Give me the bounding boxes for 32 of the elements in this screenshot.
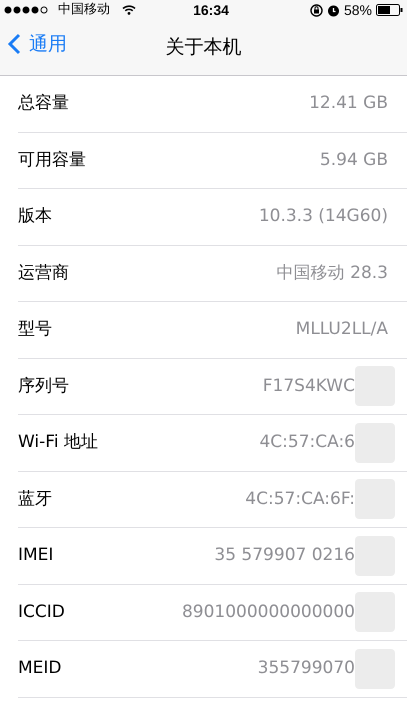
- rotation-lock-icon: [310, 4, 323, 16]
- row-label: 序列号: [18, 374, 69, 398]
- row-value: 5.94 GB: [320, 148, 388, 172]
- row-label: 版本: [18, 205, 52, 228]
- row-value: 35 579907 0216: [214, 544, 355, 567]
- row-label: 可用容量: [18, 148, 86, 172]
- row-label: ICCID: [18, 600, 65, 624]
- carrier-label: 中国移动: [58, 1, 110, 20]
- row-value: 8901000000000000: [182, 600, 355, 624]
- battery-icon: [376, 4, 403, 16]
- row-label: 总容量: [18, 92, 69, 115]
- row-label: IMEI: [18, 544, 54, 567]
- chevron-left-icon: [8, 33, 21, 56]
- row-label: 型号: [18, 318, 52, 341]
- row-value: 10.3.3 (14G60): [258, 205, 388, 228]
- wifi-icon: [122, 5, 136, 15]
- back-button[interactable]: 通用: [8, 30, 67, 58]
- page-title: 关于本机: [166, 35, 242, 60]
- row-label: 蓝牙: [18, 488, 52, 510]
- battery-percent: 58%: [344, 0, 372, 20]
- row-value: 中国移动 28.3: [276, 262, 388, 284]
- row-value: 355799070: [258, 657, 355, 680]
- status-time: 16:34: [193, 0, 229, 20]
- row-label: Wi-Fi 地址: [18, 431, 98, 454]
- row-value: 12.41 GB: [309, 92, 388, 115]
- row-label: MEID: [18, 657, 62, 680]
- row-value: F17S4KWC: [262, 374, 355, 398]
- row-value: 4C:57:CA:6F:: [245, 488, 355, 510]
- row-value: MLLU2LL/A: [296, 318, 388, 341]
- row-label: 运营商: [18, 262, 69, 284]
- alarm-icon: [326, 4, 340, 16]
- row-value: 4C:57:CA:6: [259, 431, 355, 454]
